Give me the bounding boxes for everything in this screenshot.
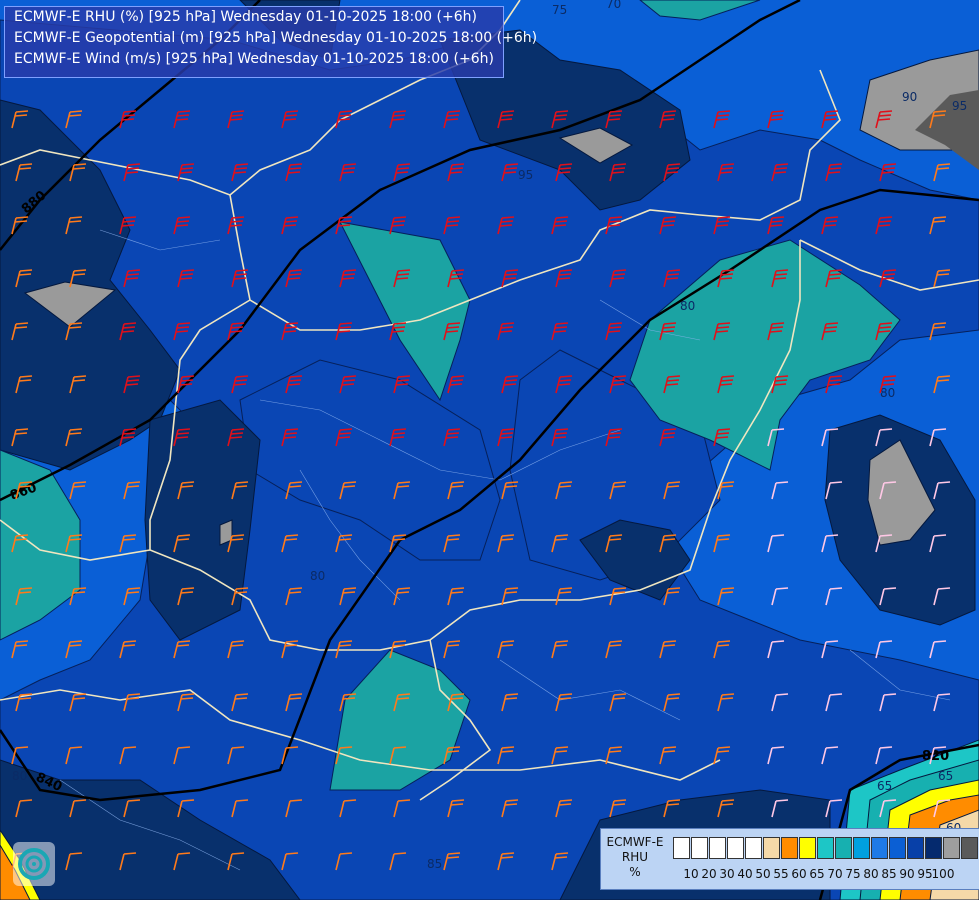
legend-swatch — [799, 837, 816, 859]
weather-map: 880 860 840 820 75 70 90 95 95 80 80 80 … — [0, 0, 979, 900]
rhu-contour-label: 80 — [680, 299, 695, 313]
legend-tick-label: 85 — [881, 867, 897, 881]
legend-swatch — [961, 837, 978, 859]
rhu-contour-label: 65 — [938, 769, 953, 783]
meteo-swirl-logo-icon — [13, 842, 55, 886]
rhu-contour-label: 65 — [877, 779, 892, 793]
legend-swatch — [745, 837, 762, 859]
legend-tick-label: 90 — [899, 867, 915, 881]
rhu-contour-label: 90 — [902, 90, 917, 104]
rhu-contour-label: 95 — [952, 99, 967, 113]
rhu-contour-label: 95 — [518, 168, 533, 182]
title-line-wind: ECMWF-E Wind (m/s) [925 hPa] Wednesday 0… — [14, 51, 494, 67]
legend-swatch — [853, 837, 870, 859]
legend-swatch — [673, 837, 690, 859]
legend-tick-label: 75 — [845, 867, 861, 881]
legend-swatch — [925, 837, 942, 859]
legend-tick-label: 10 — [683, 867, 699, 881]
legend-tick-label: 100 — [931, 867, 955, 881]
geopotential-label: 820 — [922, 749, 949, 764]
rhu-contour-label: 80 — [880, 386, 895, 400]
rhu-contour-label: 80 — [12, 769, 27, 783]
legend-title-line: ECMWF-E — [606, 835, 664, 849]
legend-tick-label: 95 — [917, 867, 933, 881]
legend-tick-label: 70 — [827, 867, 843, 881]
legend-tick-label: 55 — [773, 867, 789, 881]
title-line-geopotential: ECMWF-E Geopotential (m) [925 hPa] Wedne… — [14, 30, 538, 46]
legend-swatch — [727, 837, 744, 859]
legend-tick-label: 60 — [791, 867, 807, 881]
legend-tick-label: 80 — [863, 867, 879, 881]
rhu-legend: ECMWF-E RHU % 10 20 30 40 50 55 60 65 70 75 80 85 90… — [600, 828, 979, 890]
legend-swatch — [871, 837, 888, 859]
legend-tick-label: 40 — [737, 867, 753, 881]
legend-swatch — [709, 837, 726, 859]
rhu-contour-label: 75 — [552, 3, 567, 17]
legend-title-line: % — [629, 865, 641, 879]
legend-swatch — [817, 837, 834, 859]
rhu-contour-label: 70 — [606, 0, 621, 11]
legend-swatch — [835, 837, 852, 859]
legend-swatch — [691, 837, 708, 859]
legend-tick-label: 20 — [701, 867, 717, 881]
map-title-box: ECMWF-E RHU (%) [925 hPa] Wednesday 01-1… — [4, 6, 538, 78]
rhu-contour-label: 85 — [427, 857, 442, 871]
legend-swatch — [781, 837, 798, 859]
legend-swatch — [907, 837, 924, 859]
legend-title-line: RHU — [621, 850, 649, 864]
legend-tick-label: 65 — [809, 867, 825, 881]
legend-tick-label: 30 — [719, 867, 735, 881]
legend-swatch — [889, 837, 906, 859]
legend-tick-label: 50 — [755, 867, 771, 881]
title-line-rhu: ECMWF-E RHU (%) [925 hPa] Wednesday 01-1… — [14, 9, 477, 25]
rhu-contour-label: 80 — [310, 569, 325, 583]
legend-swatch — [943, 837, 960, 859]
legend-swatch — [763, 837, 780, 859]
legend-title: ECMWF-E RHU % — [603, 835, 667, 880]
